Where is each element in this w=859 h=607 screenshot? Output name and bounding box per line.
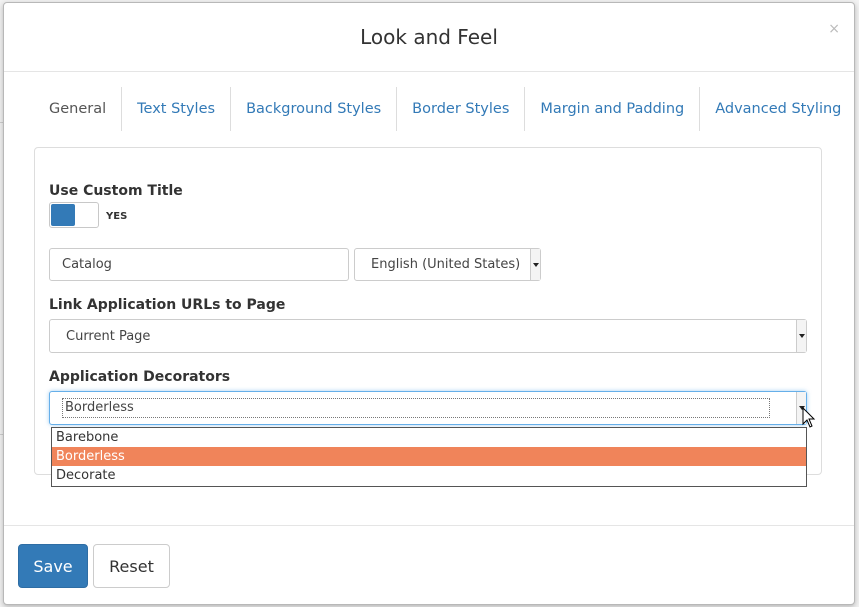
- language-select-value: English (United States): [371, 257, 521, 272]
- close-icon[interactable]: ×: [828, 21, 840, 37]
- modal-header: Look and Feel ×: [4, 3, 854, 72]
- custom-title-input[interactable]: Catalog: [49, 248, 349, 281]
- link-urls-label: Link Application URLs to Page: [49, 297, 286, 313]
- decorators-select[interactable]: Borderless: [49, 391, 807, 425]
- chevron-down-icon[interactable]: [530, 249, 540, 280]
- tab-general[interactable]: General: [34, 87, 121, 131]
- link-urls-select[interactable]: Current Page: [49, 319, 807, 353]
- modal-footer: Save Reset: [4, 525, 854, 605]
- dropdown-option-selected[interactable]: Borderless: [52, 447, 806, 466]
- custom-title-label: Use Custom Title: [49, 183, 183, 199]
- decorators-dropdown-list: Barebone Borderless Decorate: [51, 427, 807, 487]
- tab-border-styles[interactable]: Border Styles: [396, 87, 524, 131]
- link-urls-select-value: Current Page: [66, 328, 151, 344]
- tab-background-styles[interactable]: Background Styles: [230, 87, 396, 131]
- decorators-label: Application Decorators: [49, 369, 231, 385]
- custom-title-toggle[interactable]: [49, 202, 99, 228]
- chevron-down-icon[interactable]: [796, 320, 806, 352]
- tab-margin-and-padding[interactable]: Margin and Padding: [524, 87, 699, 131]
- dropdown-option[interactable]: Decorate: [52, 466, 806, 485]
- tab-advanced-styling[interactable]: Advanced Styling: [699, 87, 856, 131]
- toggle-knob: [51, 204, 75, 226]
- custom-title-input-value: Catalog: [62, 257, 112, 272]
- look-and-feel-modal: Look and Feel × General Text Styles Back…: [3, 2, 855, 605]
- mouse-cursor-icon: [802, 407, 816, 428]
- tab-bar: General Text Styles Background Styles Bo…: [34, 87, 856, 131]
- reset-button[interactable]: Reset: [93, 544, 170, 588]
- modal-title: Look and Feel: [360, 25, 498, 49]
- tab-text-styles[interactable]: Text Styles: [121, 87, 230, 131]
- decorators-select-value: Borderless: [62, 398, 770, 418]
- language-select[interactable]: English (United States): [354, 248, 541, 281]
- dropdown-option[interactable]: Barebone: [52, 428, 806, 447]
- save-button[interactable]: Save: [18, 544, 88, 588]
- toggle-state-text: YES: [106, 211, 128, 222]
